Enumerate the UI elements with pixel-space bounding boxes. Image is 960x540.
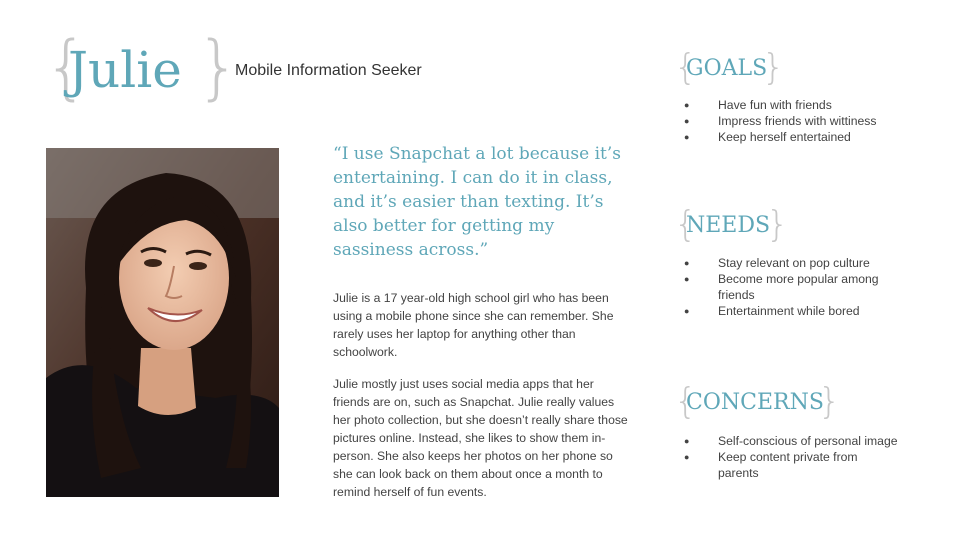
bio-paragraph: Julie is a 17 year-old high school girl …	[333, 291, 614, 359]
list-item: Entertainment while bored	[684, 303, 924, 319]
section-heading: NEEDS	[686, 213, 771, 238]
right-brace: }	[766, 204, 789, 245]
list-item: Impress friends with wittiness	[684, 113, 924, 129]
persona-subtitle: Mobile Information Seeker	[235, 62, 422, 79]
list-item: Self-conscious of personal image	[684, 433, 924, 449]
needs-list: Stay relevant on pop culture Become more…	[684, 255, 924, 319]
section-heading: CONCERNS	[686, 390, 824, 415]
persona-quote: “I use Snapchat a lot because it’s enter…	[333, 144, 621, 260]
right-brace: }	[818, 381, 841, 422]
goals-list: Have fun with friends Impress friends wi…	[684, 97, 924, 145]
concerns-list: Self-conscious of personal image Keep co…	[684, 433, 924, 481]
section-heading: GOALS	[686, 56, 768, 81]
list-item: Become more popular among friends	[684, 271, 898, 303]
bio-paragraph: Julie mostly just uses social media apps…	[333, 377, 628, 499]
persona-photo	[46, 148, 279, 497]
persona-name: Julie	[68, 41, 182, 99]
list-item: Have fun with friends	[684, 97, 924, 113]
list-item: Stay relevant on pop culture	[684, 255, 924, 271]
list-item: Keep herself entertained	[684, 129, 924, 145]
right-brace: }	[762, 47, 785, 88]
right-brace: }	[196, 26, 241, 108]
list-item: Keep content private from parents	[684, 449, 888, 481]
